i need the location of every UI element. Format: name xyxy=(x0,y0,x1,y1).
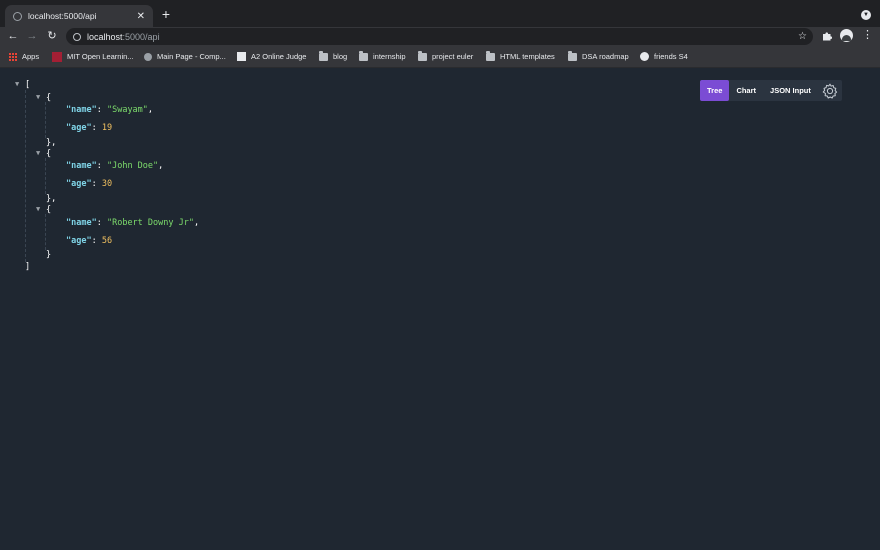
collapse-toggle-icon[interactable]: ▼ xyxy=(15,80,19,88)
globe-icon xyxy=(13,11,22,21)
json-number-value: 56 xyxy=(101,236,113,246)
indent-guide xyxy=(45,102,46,138)
bookmark-dsa-roadmap[interactable]: DSA roadmap xyxy=(568,50,629,63)
settings-button[interactable] xyxy=(818,80,842,101)
bookmark-main-page[interactable]: Main Page - Comp... xyxy=(144,50,226,63)
array-open-bracket: [ xyxy=(25,80,31,90)
object-open-brace: { xyxy=(46,149,52,159)
view-mode-switcher: Tree Chart JSON Input xyxy=(700,80,842,101)
browser-tab[interactable]: localhost:5000/api ✕ xyxy=(5,5,153,27)
extensions-puzzle-icon[interactable] xyxy=(822,31,832,41)
bookmark-mit[interactable]: MIT Open Learnin... xyxy=(52,50,134,63)
collapse-toggle-icon[interactable]: ▼ xyxy=(36,205,40,213)
object-open-brace: { xyxy=(46,205,52,215)
bookmark-label: MIT Open Learnin... xyxy=(67,52,134,61)
folder-icon xyxy=(319,50,328,61)
json-key: "name" xyxy=(66,218,97,228)
json-key: "age" xyxy=(66,123,92,133)
back-button[interactable]: ← xyxy=(6,27,20,46)
json-entry: "age": 19 xyxy=(66,123,113,133)
folder-icon xyxy=(568,50,577,61)
json-viewer: ▼ [ ▼ { "name": "Swayam", "age": 19 }, ▼… xyxy=(0,68,880,550)
bookmark-html-templates[interactable]: HTML templates xyxy=(486,50,555,63)
json-entry: "name": "Swayam", xyxy=(66,105,154,115)
json-number-value: 30 xyxy=(101,179,113,189)
mit-logo-icon xyxy=(52,51,62,62)
json-key: "age" xyxy=(66,236,92,246)
bookmark-label: DSA roadmap xyxy=(582,52,629,61)
indent-guide xyxy=(45,158,46,194)
tab-title: localhost:5000/api xyxy=(28,11,97,21)
url-host: localhost xyxy=(87,31,123,42)
forward-button[interactable]: → xyxy=(25,27,39,46)
avatar[interactable] xyxy=(840,29,853,42)
bookmark-friends-s4[interactable]: friends S4 xyxy=(640,50,688,63)
tab-json-input[interactable]: JSON Input xyxy=(763,80,818,101)
address-bar[interactable]: localhost:5000/api ☆ xyxy=(66,28,813,45)
info-icon[interactable] xyxy=(73,32,81,41)
indent-guide xyxy=(45,214,46,250)
wiki-icon xyxy=(144,52,152,61)
json-key: "age" xyxy=(66,179,92,189)
json-entry: "age": 30 xyxy=(66,179,113,189)
json-entry: "name": "John Doe", xyxy=(66,161,164,171)
json-string-value: "Robert Downy Jr" xyxy=(106,218,194,228)
more-menu-icon[interactable]: ⋮ xyxy=(862,28,873,42)
tab-strip: localhost:5000/api ✕ + ▼ xyxy=(0,0,880,27)
json-string-value: "John Doe" xyxy=(106,161,159,171)
json-entry: "age": 56 xyxy=(66,236,113,246)
globe-icon xyxy=(640,52,649,61)
bookmark-internship[interactable]: internship xyxy=(359,50,406,63)
indent-guide xyxy=(25,90,26,262)
collapse-toggle-icon[interactable]: ▼ xyxy=(36,93,40,101)
json-string-value: "Swayam" xyxy=(106,105,148,115)
a2-logo-icon xyxy=(237,52,246,61)
bookmark-label: friends S4 xyxy=(654,52,688,61)
reload-button[interactable]: ↻ xyxy=(45,27,59,46)
bookmark-label: Main Page - Comp... xyxy=(157,52,226,61)
bookmark-label: Apps xyxy=(22,52,40,61)
bookmark-label: project euler xyxy=(432,52,474,61)
url-path: :5000/api xyxy=(122,31,160,42)
folder-icon xyxy=(418,50,427,61)
apps-grid-icon xyxy=(9,52,17,61)
bookmark-a2-judge[interactable]: A2 Online Judge xyxy=(237,50,306,63)
json-key: "name" xyxy=(66,105,97,115)
close-icon[interactable]: ✕ xyxy=(137,11,145,22)
bookmark-label: A2 Online Judge xyxy=(251,52,307,61)
tab-search-icon[interactable]: ▼ xyxy=(861,10,871,20)
bookmark-label: blog xyxy=(333,52,348,61)
bookmarks-bar: Apps MIT Open Learnin... Main Page - Com… xyxy=(0,46,880,68)
tab-tree[interactable]: Tree xyxy=(700,80,730,101)
bookmark-project-euler[interactable]: project euler xyxy=(418,50,473,63)
object-open-brace: { xyxy=(46,93,52,103)
bookmark-apps[interactable]: Apps xyxy=(9,50,39,63)
object-close-brace: } xyxy=(46,250,52,260)
bookmark-label: internship xyxy=(373,52,406,61)
new-tab-button[interactable]: + xyxy=(159,6,173,22)
json-key: "name" xyxy=(66,161,97,171)
folder-icon xyxy=(359,50,368,61)
browser-toolbar: ← → ↻ localhost:5000/api ☆ xyxy=(0,27,880,46)
bookmark-blog[interactable]: blog xyxy=(319,50,347,63)
json-number-value: 19 xyxy=(101,123,113,133)
gear-icon xyxy=(822,83,837,98)
array-close-bracket: ] xyxy=(25,262,31,272)
bookmark-label: HTML templates xyxy=(500,52,555,61)
folder-icon xyxy=(486,50,495,61)
json-entry: "name": "Robert Downy Jr", xyxy=(66,218,200,228)
tab-chart[interactable]: Chart xyxy=(729,80,763,101)
collapse-toggle-icon[interactable]: ▼ xyxy=(36,149,40,157)
bookmark-star-icon[interactable]: ☆ xyxy=(798,31,807,42)
